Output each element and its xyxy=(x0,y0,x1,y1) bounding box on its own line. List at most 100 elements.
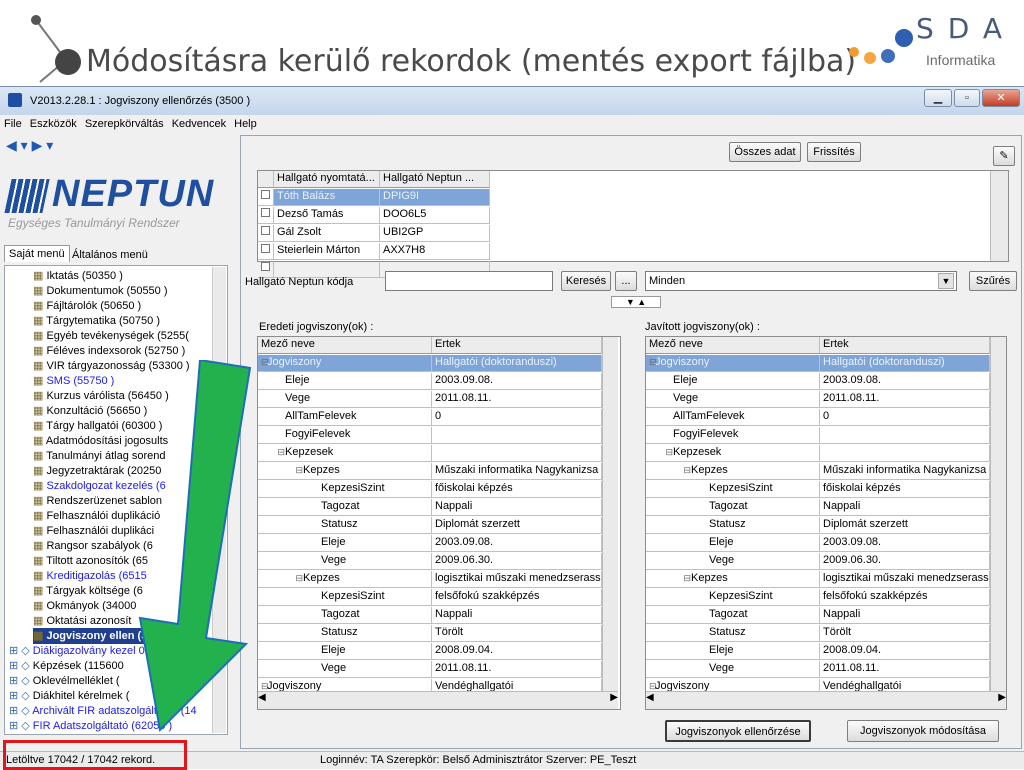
folder-icon: ▦ xyxy=(33,585,47,597)
maximize-button[interactable]: ▫ xyxy=(954,89,980,107)
row-checkbox[interactable] xyxy=(258,207,274,224)
folder-icon: ▦ xyxy=(33,555,47,567)
menu-bar: File Eszközök Szerepkörváltás Kedvencek Help xyxy=(0,115,1024,135)
field-value-cell: logisztikai műszaki menedzserassz xyxy=(820,571,990,588)
folder-icon: ⊞ ◇ xyxy=(9,645,33,657)
menu-szerepkorvaltas[interactable]: Szerepkörváltás xyxy=(81,115,168,133)
tree-item-label: Oklevélmelléklet ( xyxy=(32,675,120,687)
row-checkbox[interactable] xyxy=(258,243,274,260)
field-value-cell: Nappali xyxy=(820,499,990,516)
field-name-cell: KepzesiSzint xyxy=(258,589,432,606)
tree-item[interactable]: ▦ Egyéb tevékenységek (5255( xyxy=(33,328,189,344)
field-name-cell: Vege xyxy=(646,391,820,408)
field-name: Vege xyxy=(321,554,347,566)
field-name-cell: Tagozat xyxy=(646,499,820,516)
grid-vertical-scrollbar[interactable] xyxy=(602,337,618,691)
window-title: V2013.2.28.1 : Jogviszony ellenőrzés (35… xyxy=(30,95,251,107)
field-name-cell: Vege xyxy=(258,391,432,408)
field-name-cell: FogyiFelevek xyxy=(646,427,820,444)
field-name: Eleje xyxy=(285,374,310,386)
tree-item[interactable]: ▦ SMS (55750 ) xyxy=(33,373,114,389)
tree-item[interactable]: ⊞ ◇ Oklevélmelléklet ( xyxy=(9,673,120,689)
tree-indent: ⊟ xyxy=(683,465,691,475)
field-name-cell: ⊟ Kepzes xyxy=(646,571,820,588)
tree-item[interactable]: ▦ Féléves indexsorok (52750 ) xyxy=(33,343,185,359)
menu-eszkozok[interactable]: Eszközök xyxy=(26,115,81,133)
filter-select[interactable]: Minden ▼ xyxy=(645,271,957,291)
window-titlebar: V2013.2.28.1 : Jogviszony ellenőrzés (35… xyxy=(0,87,1024,115)
pin-icon[interactable]: ✎ xyxy=(993,146,1015,166)
folder-icon: ▦ xyxy=(33,390,47,402)
more-button[interactable]: ... xyxy=(615,271,637,291)
field-value-cell: Műszaki informatika Nagykanizsa ( xyxy=(432,463,602,480)
neptun-icon xyxy=(4,179,50,213)
tree-item[interactable]: ▦ Tárgytematika (50750 ) xyxy=(33,313,160,329)
menu-help[interactable]: Help xyxy=(230,115,261,133)
tree-item[interactable]: ⊞ ◇ Képzések (115600 xyxy=(9,658,124,674)
menu-kedvencek[interactable]: Kedvencek xyxy=(168,115,230,133)
frissites-button[interactable]: Frissítés xyxy=(807,142,861,162)
table-cell[interactable]: Tóth Balázs xyxy=(274,189,380,206)
table-cell[interactable]: UBI2GP xyxy=(380,225,490,242)
grid-horizontal-scrollbar[interactable]: ◀ ▶ xyxy=(258,691,618,709)
field-value-cell: 2011.08.11. xyxy=(432,391,602,408)
field-name-cell: ⊟ Kepzes xyxy=(258,571,432,588)
tab-altalanos-menu[interactable]: Általános menü xyxy=(68,247,152,263)
field-name-cell: ⊟ Jogviszony xyxy=(258,355,432,372)
logo-subtitle: Informatika xyxy=(926,52,996,68)
field-name-cell: Statusz xyxy=(646,517,820,534)
row-checkbox[interactable] xyxy=(258,189,274,206)
tab-sajat-menu[interactable]: Saját menü xyxy=(4,245,70,262)
field-name-cell: Eleje xyxy=(258,373,432,390)
tree-item[interactable]: ▦ Dokumentumok (50550 ) xyxy=(33,283,168,299)
table-cell[interactable]: DPIG9I xyxy=(380,189,490,206)
kereses-button[interactable]: Keresés xyxy=(561,271,611,291)
jogviszonyok-modositasa-button[interactable]: Jogviszonyok módosítása xyxy=(847,720,999,742)
tree-item[interactable]: ▦ Fájltárolók (50650 ) xyxy=(33,298,141,314)
left-grid-caption: Eredeti jogviszony(ok) : xyxy=(259,321,374,333)
grid-vertical-scrollbar[interactable] xyxy=(990,337,1006,691)
minimize-button[interactable]: ▁ xyxy=(924,89,952,107)
field-name: KepzesiSzint xyxy=(709,482,773,494)
neptun-kod-input[interactable] xyxy=(385,271,553,291)
field-value-cell: Hallgatói (doktoranduszi) xyxy=(820,355,990,372)
szures-button[interactable]: Szűrés xyxy=(969,271,1017,291)
splitter-arrows-icon[interactable]: ▼ ▲ xyxy=(611,296,661,308)
field-name: Statusz xyxy=(321,518,358,530)
row-checkbox[interactable] xyxy=(258,225,274,242)
osszes-adat-button[interactable]: Összes adat xyxy=(729,142,801,162)
folder-icon: ▦ xyxy=(33,540,47,552)
close-button[interactable]: ✕ xyxy=(982,89,1020,107)
field-name-cell: Eleje xyxy=(258,535,432,552)
jogviszonyok-ellenorzese-button[interactable]: Jogviszonyok ellenőrzése xyxy=(665,720,811,742)
field-value-cell: 2008.09.04. xyxy=(432,643,602,660)
column-header: Ertek xyxy=(820,337,990,354)
field-name: Statusz xyxy=(321,626,358,638)
field-name: Tagozat xyxy=(321,608,360,620)
students-scrollbar[interactable] xyxy=(990,171,1008,261)
tree-item[interactable]: ▦ Iktatás (50350 ) xyxy=(33,268,123,284)
field-name: Vege xyxy=(321,662,347,674)
table-cell[interactable]: Gál Zsolt xyxy=(274,225,380,242)
nav-back-icon[interactable]: ◀ ▾ ▶ ▾ xyxy=(6,137,53,154)
field-name-cell: KepzesiSzint xyxy=(646,481,820,498)
grid-horizontal-scrollbar[interactable]: ◀ ▶ xyxy=(646,691,1006,709)
tree-item-label: Egyéb tevékenységek (5255( xyxy=(46,330,189,342)
menu-file[interactable]: File xyxy=(0,115,26,133)
tree-indent: ⊟ xyxy=(295,573,303,583)
field-name: Vege xyxy=(673,392,699,404)
tree-item[interactable]: ▦ Oktatási azonosít xyxy=(33,613,131,629)
field-name-cell: Vege xyxy=(258,553,432,570)
field-name: AllTamFelevek xyxy=(285,410,357,422)
table-cell[interactable]: Steierlein Márton xyxy=(274,243,380,260)
table-cell[interactable]: AXX7H8 xyxy=(380,243,490,260)
table-cell[interactable]: DOO6L5 xyxy=(380,207,490,224)
column-header: Mező neve xyxy=(646,337,820,354)
folder-icon: ▦ xyxy=(33,435,46,447)
field-name-cell: ⊟ Kepzes xyxy=(258,463,432,480)
field-name-cell: Statusz xyxy=(646,625,820,642)
field-value-cell: főiskolai képzés xyxy=(820,481,990,498)
table-cell[interactable]: Dezső Tamás xyxy=(274,207,380,224)
tree-item[interactable]: ⊞ ◇ Diákhitel kérelmek ( xyxy=(9,688,129,704)
field-value-cell: Hallgatói (doktoranduszi) xyxy=(432,355,602,372)
